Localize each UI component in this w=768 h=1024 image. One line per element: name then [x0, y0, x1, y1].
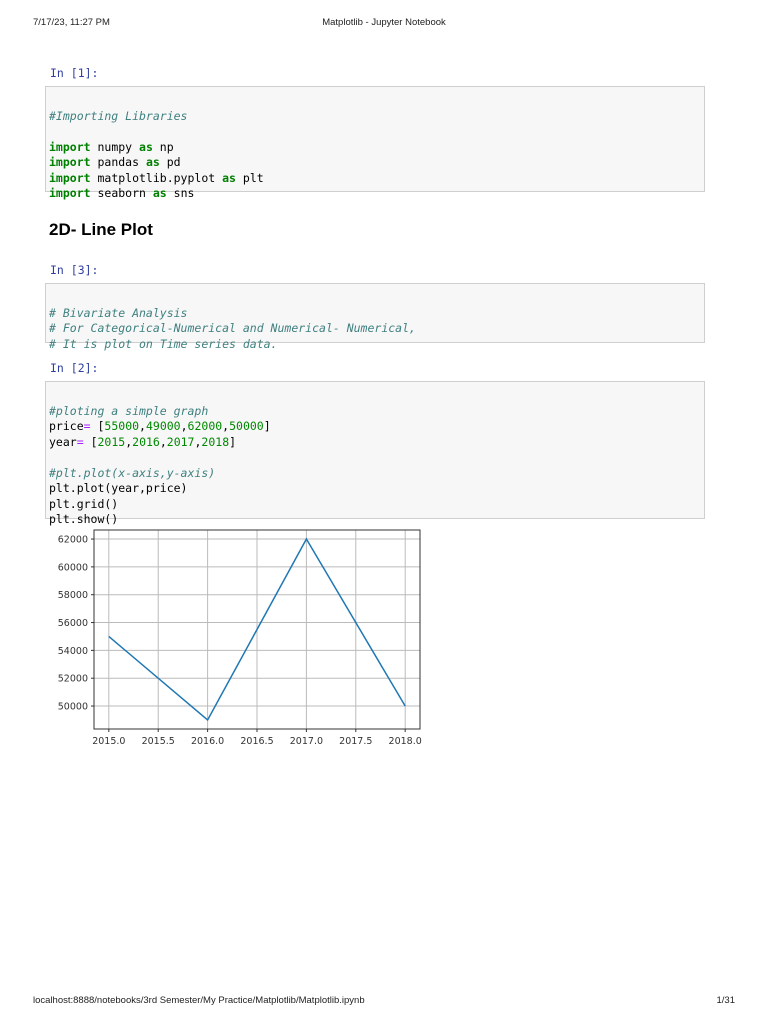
- code-token: =: [76, 434, 84, 449]
- code-token: 2016: [132, 434, 160, 449]
- code-token: pd: [159, 155, 181, 169]
- code-token: 62000: [187, 419, 223, 433]
- import-line: import matplotlib.pyplot as plt: [49, 171, 704, 187]
- y-tick-label: 52000: [58, 674, 88, 685]
- code-line: plt.grid(): [49, 496, 119, 511]
- x-tick-label: 2017.5: [339, 736, 372, 747]
- code-token: 2017: [166, 434, 195, 449]
- section-heading: 2D- Line Plot: [49, 220, 153, 239]
- code-token: import: [49, 155, 91, 169]
- code-comment: #Importing Libraries: [49, 108, 188, 123]
- code-token: as: [222, 170, 236, 185]
- code-line-year: year= [2015,2016,2017,2018]: [49, 435, 704, 451]
- page-number: 1/31: [716, 995, 736, 1006]
- code-token: pandas: [90, 155, 146, 169]
- cell-prompt: In [2]:: [50, 361, 99, 375]
- code-comment: # Bivariate Analysis: [49, 305, 188, 320]
- y-tick-label: 56000: [58, 618, 88, 629]
- code-token: ]: [263, 419, 271, 433]
- code-token: as: [152, 186, 167, 200]
- x-tick-label: 2017.0: [290, 736, 323, 747]
- code-cell-plot[interactable]: #ploting a simple graph price= [55000,490…: [45, 381, 705, 526]
- code-comment: # It is plot on Time series data.: [49, 336, 278, 351]
- code-comment: # For Categorical-Numerical and Numerica…: [49, 321, 416, 335]
- code-token: np: [152, 139, 174, 154]
- print-title: Matplotlib - Jupyter Notebook: [322, 17, 446, 28]
- code-line-price: price= [55000,49000,62000,50000]: [49, 419, 704, 435]
- y-tick-label: 60000: [58, 562, 88, 573]
- x-tick-label: 2016.5: [240, 736, 273, 747]
- code-comment: #plt.plot(x-axis,y-axis): [49, 465, 216, 480]
- code-token: numpy: [90, 139, 140, 154]
- code-token: sns: [166, 186, 195, 200]
- cell-prompt: In [3]:: [50, 263, 99, 277]
- cell-prompt: In [1]:: [50, 66, 99, 80]
- x-tick-label: 2016.0: [191, 736, 224, 747]
- code-token: import: [49, 139, 91, 154]
- code-cell-imports[interactable]: #Importing Libraries import numpy as np im…: [45, 86, 705, 200]
- code-token: [: [83, 434, 98, 449]
- import-line: import pandas as pd: [49, 155, 704, 171]
- import-line: import numpy as np: [49, 140, 704, 156]
- y-tick-label: 58000: [58, 590, 88, 601]
- code-token: seaborn: [90, 186, 153, 200]
- code-cell-comments[interactable]: # Bivariate Analysis # For Categorical-Nu…: [45, 283, 705, 351]
- y-tick-label: 50000: [58, 702, 88, 713]
- x-tick-label: 2018.0: [389, 736, 422, 747]
- import-line: import seaborn as sns: [49, 186, 704, 202]
- code-token: 2015: [97, 434, 126, 449]
- y-tick-label: 62000: [58, 535, 88, 546]
- code-token: ,: [139, 419, 146, 433]
- y-tick-label: 54000: [58, 646, 88, 657]
- code-token: 2018: [201, 434, 230, 449]
- code-token: 55000: [104, 419, 140, 433]
- code-token: import: [49, 186, 91, 200]
- code-token: plt: [235, 170, 264, 185]
- code-token: as: [139, 139, 153, 154]
- code-token: import: [49, 170, 91, 185]
- code-token: 50000: [229, 419, 264, 433]
- code-line: plt.plot(year,price): [49, 481, 188, 495]
- code-token: matplotlib.pyplot: [90, 170, 223, 185]
- code-token: ,: [180, 419, 188, 433]
- code-token: =: [83, 419, 91, 433]
- code-token: price: [49, 419, 84, 433]
- x-tick-label: 2015.0: [92, 736, 125, 747]
- code-token: 49000: [145, 419, 181, 433]
- code-token: as: [145, 155, 160, 169]
- code-token: year: [49, 434, 77, 449]
- print-url: localhost:8888/notebooks/3rd Semester/My…: [33, 995, 365, 1006]
- line-chart: 2015.0 2015.5 2016.0 2016.5 2017.0 2017.5 2018…: [58, 529, 422, 747]
- code-token: [: [90, 419, 105, 433]
- code-token: ,: [159, 434, 167, 449]
- code-comment: #ploting a simple graph: [49, 403, 209, 418]
- code-token: ]: [229, 434, 237, 449]
- x-tick-label: 2015.5: [142, 736, 175, 747]
